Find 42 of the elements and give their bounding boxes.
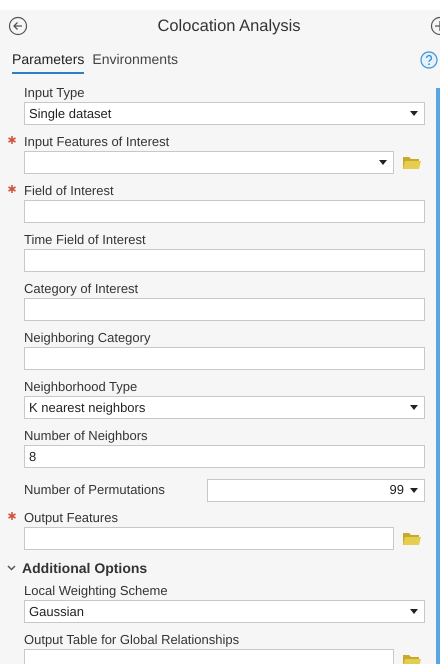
required-icon: [7, 135, 16, 145]
dropdown[interactable]: K nearest neighbors: [24, 396, 425, 419]
caret-icon: [379, 160, 387, 165]
help-icon[interactable]: [420, 51, 438, 69]
chevron-icon: [7, 565, 16, 571]
field-label: Number of Neighbors: [24, 426, 148, 445]
input-field[interactable]: [24, 249, 425, 272]
field-label: Time Field of Interest: [24, 230, 146, 249]
field-label: Local Weighting Scheme: [24, 582, 168, 600]
caret-icon: [410, 405, 418, 410]
field-label: Neighborhood Type: [24, 378, 138, 396]
tab[interactable]: Parameters: [12, 46, 84, 74]
dropdown[interactable]: Single dataset: [24, 102, 425, 125]
field-label: Output Table for Global Relationships: [24, 630, 240, 649]
field-label: Category of Interest: [24, 280, 138, 298]
input-field[interactable]: [24, 347, 425, 370]
input-field[interactable]: [24, 527, 394, 550]
field-label: Field of Interest: [24, 182, 114, 200]
back-icon[interactable]: [8, 16, 28, 36]
caret-icon: [410, 111, 418, 116]
group-header[interactable]: Additional Options: [7, 558, 425, 578]
scrollbar[interactable]: [436, 88, 440, 664]
dropdown[interactable]: [24, 151, 394, 174]
field-label: Neighboring Category: [24, 328, 150, 347]
tab[interactable]: Environments: [92, 46, 178, 74]
required-icon: [7, 511, 16, 521]
input-field[interactable]: [24, 298, 425, 321]
window-title: Colocation Analysis: [157, 16, 301, 37]
folder-icon[interactable]: [402, 155, 421, 170]
field-label: Number of Permutations: [24, 481, 165, 500]
folder-icon[interactable]: [402, 531, 421, 546]
dropdown[interactable]: Gaussian: [24, 600, 425, 623]
input-field[interactable]: [24, 200, 425, 223]
dropdown[interactable]: 99: [207, 478, 425, 502]
field-label: Output Features: [24, 508, 118, 527]
caret-icon: [410, 609, 418, 614]
input-field[interactable]: 8: [24, 445, 425, 468]
field-label: Input Type: [24, 84, 84, 102]
field-label: Input Features of Interest: [24, 132, 170, 151]
folder-icon[interactable]: [402, 653, 421, 664]
required-icon: [7, 184, 16, 194]
caret-icon: [410, 488, 418, 492]
